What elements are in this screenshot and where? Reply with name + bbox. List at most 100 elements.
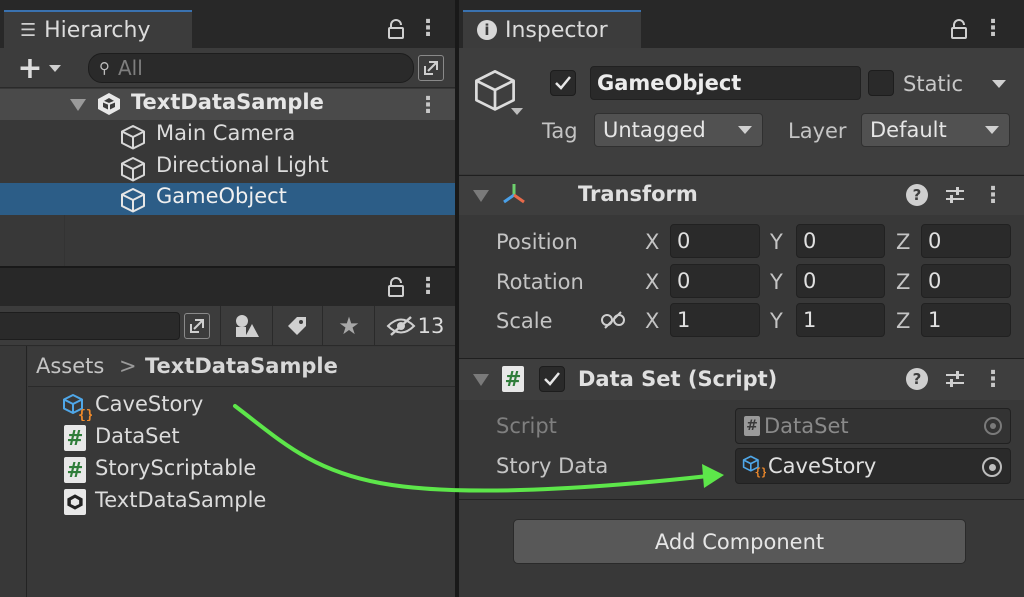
kebab-menu-icon[interactable]: ⋮: [417, 14, 439, 42]
story-data-value: CaveStory: [768, 454, 877, 478]
gameobject-name-input[interactable]: GameObject: [590, 66, 861, 100]
search-placeholder: All: [118, 56, 143, 80]
tag-dropdown[interactable]: Untagged: [594, 113, 763, 147]
rotation-z-field[interactable]: 0: [921, 264, 1011, 298]
layer-dropdown[interactable]: Default: [861, 113, 1010, 147]
hierarchy-item-main-camera[interactable]: Main Camera: [0, 120, 455, 151]
transform-menu-icon[interactable]: ⋮: [982, 181, 1004, 209]
scriptable-object-icon: {}: [63, 394, 92, 421]
foldout-arrow-icon[interactable]: [473, 190, 489, 202]
search-icon: ⚲: [99, 59, 110, 77]
position-y-field[interactable]: 0: [796, 224, 885, 258]
position-z-field[interactable]: 0: [921, 224, 1011, 258]
favorites-star-icon[interactable]: ★: [330, 312, 368, 340]
axis-x-label: X: [645, 309, 660, 333]
add-component-button[interactable]: Add Component: [513, 519, 966, 564]
toolbar-divider: [322, 306, 323, 346]
foldout-arrow-icon[interactable]: [70, 99, 86, 111]
filter-by-label-icon[interactable]: [280, 312, 314, 340]
scale-x-value: 1: [677, 308, 691, 332]
asset-item-storyscriptable[interactable]: # StoryScriptable: [28, 454, 455, 486]
position-x-field[interactable]: 0: [670, 224, 760, 258]
asset-item-cavestory[interactable]: {} CaveStory: [28, 390, 455, 422]
project-folder-tree: [0, 346, 27, 597]
static-label: Static: [903, 72, 964, 96]
help-icon[interactable]: ?: [906, 184, 928, 206]
project-search-input[interactable]: [0, 312, 180, 340]
tab-inspector[interactable]: i Inspector: [463, 10, 641, 48]
breadcrumb-folder[interactable]: TextDataSample: [145, 354, 338, 378]
script-value: DataSet: [764, 414, 849, 438]
tab-inspector-label: Inspector: [505, 17, 608, 43]
inspector-kebab-menu-icon[interactable]: ⋮: [982, 14, 1004, 42]
icon-dropdown-caret[interactable]: [511, 108, 523, 115]
tab-hierarchy[interactable]: ☰ Hierarchy: [4, 10, 192, 48]
project-kebab-menu-icon[interactable]: ⋮: [417, 272, 439, 300]
layer-dropdown-value: Default: [870, 118, 947, 142]
toolbar-divider: [220, 306, 221, 346]
scale-x-field[interactable]: 1: [670, 303, 760, 337]
scene-name: TextDataSample: [131, 90, 324, 114]
asset-label: TextDataSample: [95, 488, 267, 512]
hierarchy-item-gameobject[interactable]: GameObject: [0, 183, 455, 215]
dataset-title: Data Set (Script): [578, 367, 778, 391]
inspector-lock-icon[interactable]: [947, 16, 971, 42]
dataset-enabled-checkbox[interactable]: [539, 366, 565, 392]
tab-hierarchy-label: Hierarchy: [44, 17, 151, 43]
axis-y-label: Y: [770, 230, 783, 254]
rotation-x-field[interactable]: 0: [670, 264, 760, 298]
static-checkbox[interactable]: [868, 70, 894, 96]
axis-x-label: X: [645, 230, 660, 254]
scale-y-field[interactable]: 1: [796, 303, 885, 337]
rotation-y-field[interactable]: 0: [796, 264, 885, 298]
unity-scene-icon: [64, 489, 86, 515]
open-window-icon[interactable]: [184, 313, 210, 339]
hierarchy-search-input[interactable]: ⚲ All: [88, 53, 414, 83]
hierarchy-item-directional-light[interactable]: Directional Light: [0, 152, 455, 183]
script-object-field: # DataSet: [735, 408, 1011, 444]
open-window-icon[interactable]: [418, 55, 444, 81]
axis-z-label: Z: [896, 309, 911, 333]
scene-menu-icon[interactable]: ⋮: [417, 92, 439, 118]
scale-z-field[interactable]: 1: [921, 303, 1011, 337]
tag-label: Tag: [542, 119, 578, 143]
constrain-proportions-link-icon[interactable]: [599, 307, 627, 333]
presets-sliders-icon[interactable]: [943, 183, 967, 207]
scale-z-value: 1: [928, 308, 942, 332]
hierarchy-item-label: Main Camera: [156, 121, 296, 145]
rotation-z-value: 0: [928, 269, 942, 293]
active-checkbox[interactable]: [550, 70, 576, 96]
lock-icon[interactable]: [384, 16, 408, 42]
asset-item-textdatasample[interactable]: TextDataSample: [28, 486, 455, 518]
list-icon: ☰: [20, 19, 37, 41]
filter-by-type-icon[interactable]: [228, 312, 266, 340]
story-data-object-field[interactable]: {} CaveStory: [735, 448, 1011, 484]
layer-label: Layer: [788, 119, 847, 143]
position-z-value: 0: [928, 229, 942, 253]
csharp-script-icon: #: [64, 457, 86, 483]
object-picker-icon[interactable]: [982, 457, 1002, 477]
presets-sliders-icon[interactable]: [943, 367, 967, 391]
static-dropdown-caret[interactable]: [992, 80, 1006, 88]
foldout-arrow-icon[interactable]: [473, 374, 489, 386]
toolbar-divider: [374, 306, 375, 346]
hierarchy-indent-guide: [64, 215, 65, 266]
script-label: Script: [496, 414, 557, 438]
gameobject-cube-icon: [121, 125, 145, 150]
svg-text:{}: {}: [755, 467, 766, 478]
hidden-packages-toggle[interactable]: 13: [382, 312, 448, 340]
breadcrumb-root[interactable]: Assets: [36, 354, 104, 378]
csharp-script-icon: #: [744, 416, 760, 436]
help-icon[interactable]: ?: [906, 368, 928, 390]
gameobject-name-value: GameObject: [597, 71, 742, 95]
add-icon[interactable]: +: [12, 51, 66, 86]
dataset-menu-icon[interactable]: ⋮: [982, 365, 1004, 393]
gameobject-large-icon[interactable]: [473, 68, 517, 112]
hidden-packages-count: 13: [417, 314, 445, 338]
asset-item-dataset[interactable]: # DataSet: [28, 422, 455, 454]
gameobject-cube-icon: [121, 188, 145, 213]
scale-label: Scale: [496, 309, 553, 333]
transform-header[interactable]: [459, 175, 1024, 215]
axis-z-label: Z: [896, 270, 911, 294]
project-lock-icon[interactable]: [384, 274, 408, 300]
